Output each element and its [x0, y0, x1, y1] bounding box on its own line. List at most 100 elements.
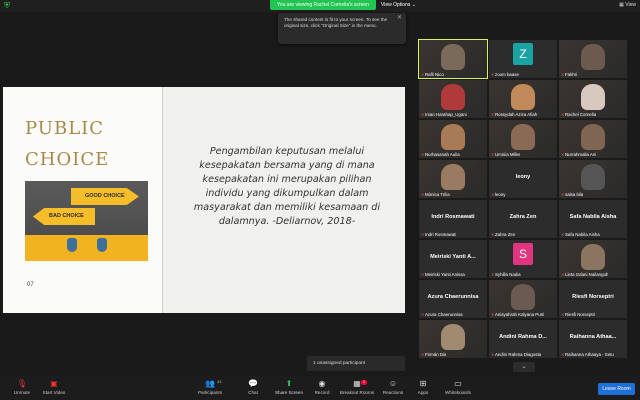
participant-name: ✕Zahra Zen [491, 232, 516, 237]
participant-display-name: Andini Rahma D... [499, 334, 547, 340]
participant-name: ✕Nurhasanah Aulia [421, 152, 460, 157]
muted-mic-icon: ✕ [561, 192, 565, 197]
shield-icon[interactable]: ⛨ [4, 2, 12, 10]
muted-mic-icon: ✕ [561, 312, 565, 317]
record-button[interactable]: ◉ Record [302, 379, 342, 399]
participant-tile[interactable]: ✕Nurrahmalia Ani [559, 120, 627, 158]
participant-tile[interactable]: ✕salsa bila [559, 160, 627, 198]
participant-tile[interactable]: ✕Irsan Harahap_Ugani [419, 80, 487, 118]
chat-button[interactable]: 💬 Chat [233, 379, 273, 399]
top-bar: ⛨ You are viewing Rachel Cornelia's scre… [0, 0, 640, 12]
participant-tile[interactable]: Zahra Zen ✕Zahra Zen [489, 200, 557, 238]
muted-mic-icon: ✕ [491, 72, 495, 77]
muted-mic-icon: ✕ [491, 112, 495, 117]
good-choice-sign: GOOD CHOICE [71, 188, 139, 205]
participant-video-feed [581, 164, 605, 190]
participant-video-feed [581, 124, 605, 150]
avatar: S [513, 243, 533, 265]
whiteboards-button[interactable]: ▭ Whiteboards [438, 379, 478, 399]
participant-display-name: Indri Rosmawati [431, 214, 475, 220]
participant-name: ✕zoom baase [491, 72, 519, 77]
start-video-button[interactable]: ▣ Start Video [34, 379, 74, 399]
participant-name: ✕Lieta Izdani Nailangoh [561, 272, 609, 277]
viewing-banner: You are viewing Rachel Cornelia's screen [270, 0, 376, 10]
muted-mic-icon: ✕ [491, 352, 495, 357]
participant-tile[interactable]: ✕Nurhasanah Aulia [419, 120, 487, 158]
view-label: View [625, 2, 636, 8]
participant-tile[interactable]: ✕Mònica Trilia [419, 160, 487, 198]
participant-tile[interactable]: Safa Nabila Aisha ✕Safa Nabila Aisha [559, 200, 627, 238]
participants-count: 43 [217, 379, 222, 384]
participant-tile[interactable]: Raihanna Athaa... ✕Raihanna Athaaya - Set… [559, 320, 627, 358]
participant-tile[interactable]: Azura Chaerunnisa ✕Azura Chaerunnisa [419, 280, 487, 318]
muted-mic-icon: ✕ [421, 232, 425, 237]
participant-tile[interactable]: leony ✕leony [489, 160, 557, 198]
participant-tile[interactable]: Z ✕zoom baase [489, 40, 557, 78]
participant-tile[interactable]: ✕Anisyahrah Kalyana Putri [489, 280, 557, 318]
breakout-rooms-label: Breakout Rooms [339, 390, 375, 395]
participant-tile[interactable]: Indri Rosmawati ✕Indri Rosmawati [419, 200, 487, 238]
slide-title: PUBLIC CHOICE [25, 113, 109, 175]
slide-quote: Pengambilan keputusan melalui kesepakata… [193, 146, 381, 227]
muted-mic-icon: ✕ [561, 232, 565, 237]
slide-left-panel: PUBLIC CHOICE GOOD CHOICE BAD CHOICE 07 [3, 87, 163, 313]
participant-video-feed [511, 124, 535, 150]
participant-tile[interactable]: ✕Rafli Nico [418, 39, 488, 79]
unassigned-participant-notice[interactable]: 1 unassigned participant [307, 356, 405, 371]
participant-tile[interactable]: Riesfi Norseptri ✕Riesfi Norseptri [559, 280, 627, 318]
participant-name: ✕Nurrahmalia Ani [561, 152, 597, 157]
meeting-toolbar: 🎙 Unmute ▣ Start Video 👥 43 Participants… [0, 376, 640, 400]
close-icon[interactable]: ✕ [397, 15, 402, 21]
leave-room-button[interactable]: Leave Room [598, 383, 635, 395]
slide-title-line1: PUBLIC [25, 118, 105, 139]
participant-tile[interactable]: S ✕Syhilla Nadia [489, 240, 557, 278]
muted-mic-icon: ✕ [491, 312, 495, 317]
chat-icon: 💬 [248, 379, 258, 388]
participant-name: ✕Meiriski Yanti Anissa [421, 272, 465, 277]
shoe-icon [97, 238, 107, 252]
fit-notification: The shared content is fit to your screen… [278, 13, 406, 44]
participant-tile[interactable]: Andini Rahma D... ✕Andini Rahma Diagosta [489, 320, 557, 358]
muted-mic-icon: ✕ [491, 152, 495, 157]
participant-tile[interactable]: Meiriski Yanti A... ✕Meiriski Yanti Aniss… [419, 240, 487, 278]
muted-mic-icon: ✕ [561, 272, 565, 277]
participant-name: ✕Rachel Cornelia [561, 112, 597, 117]
participant-video-feed [581, 244, 605, 270]
participant-tile[interactable]: ✕Fakhri [559, 40, 627, 78]
breakout-rooms-icon: ▦ [353, 379, 361, 388]
view-button[interactable]: ▦ View [619, 1, 636, 9]
participant-video-feed [441, 324, 465, 350]
bad-choice-sign: BAD CHOICE [33, 208, 95, 225]
apps-icon: ⊞ [419, 379, 427, 388]
participant-display-name: Raihanna Athaa... [569, 334, 617, 340]
participant-tile[interactable]: ✕Firmán Dia [419, 320, 487, 358]
participant-video-feed [581, 44, 605, 70]
participants-label: Participants [197, 390, 222, 395]
participant-tile[interactable]: ✕Rossydah Aziza Afiah [489, 80, 557, 118]
record-icon: ◉ [318, 379, 326, 388]
muted-mic-icon: ✕ [421, 72, 425, 77]
participant-tile[interactable]: ✕Lieta Izdani Nailangoh [559, 240, 627, 278]
participant-name: ✕Umniia Miller [491, 152, 521, 157]
participant-tile[interactable]: ✕Rachel Cornelia [559, 80, 627, 118]
muted-mic-icon: ✕ [561, 72, 565, 77]
participant-name: ✕Anisyahrah Kalyana Putri [491, 312, 545, 317]
participant-name: ✕Firmán Dia [421, 352, 447, 357]
participants-button[interactable]: 👥 43 Participants [190, 379, 230, 399]
participant-display-name: Azura Chaerunnisa [427, 294, 479, 300]
participant-tile[interactable]: ✕Umniia Miller [489, 120, 557, 158]
start-video-label: Start Video [42, 390, 66, 395]
view-options-button[interactable]: View Options ⌄ [377, 0, 420, 10]
apps-button[interactable]: ⊞ Apps [403, 379, 443, 399]
participant-grid: ✕Rafli Nico Z ✕zoom baase ✕Fakhri ✕Irsan Har… [418, 39, 628, 368]
participant-name: ✕Indri Rosmawati [421, 232, 457, 237]
participant-video-feed [581, 84, 605, 110]
participant-name: ✕Raihanna Athaaya - Setu [561, 352, 614, 357]
record-label: Record [314, 390, 330, 395]
participant-video-feed [441, 164, 465, 190]
chat-label: Chat [248, 390, 258, 395]
chevron-down-icon[interactable]: ⌄ [513, 362, 535, 372]
participant-display-name: Zahra Zen [509, 214, 537, 220]
breakout-rooms-button[interactable]: ▦ 1 Breakout Rooms [337, 379, 377, 399]
muted-mic-icon: ✕ [491, 232, 495, 237]
